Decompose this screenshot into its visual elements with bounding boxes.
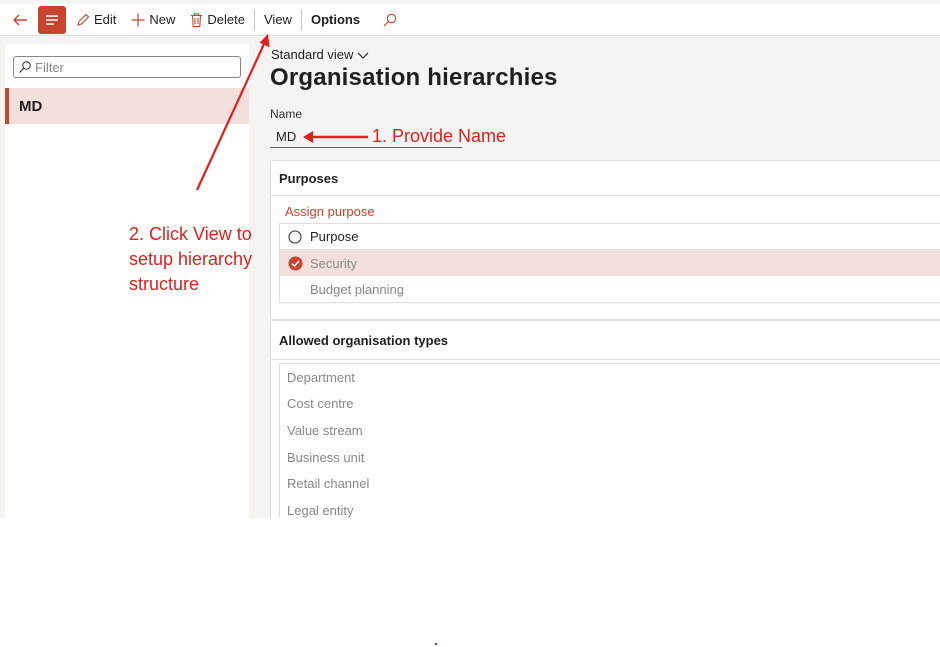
org-types-list: Department Cost centre Value stream Busi… [279,363,940,518]
view-tab[interactable]: View [257,6,299,34]
new-label: New [149,12,176,27]
table-row[interactable]: Budget planning [280,276,940,302]
new-button[interactable]: New [123,6,182,34]
list-item[interactable]: Retail channel [280,470,940,497]
list-item[interactable]: Legal entity [280,497,940,518]
filter-input[interactable] [35,59,235,75]
edit-button[interactable]: Edit [68,6,123,34]
select-all-radio[interactable] [280,229,310,244]
view-selector-label: Standard view [271,47,354,62]
purposes-fasttab: Purposes Assign purpose Purpose Security… [270,160,940,320]
annotation-step2: 2. Click View to setup hierarchy structu… [129,222,252,297]
purposes-grid: Purpose Security Budget planning [279,223,940,303]
name-value: MD [276,129,297,144]
options-tab[interactable]: Options [304,6,367,34]
annotation-step2-line: structure [129,274,200,294]
list-item[interactable]: MD [5,88,249,124]
radio-empty-icon [288,229,302,244]
allowed-org-types-header[interactable]: Allowed organisation types [271,321,940,360]
pencil-icon [77,13,90,26]
annotation-step2-line: 2. Click View to [129,224,252,244]
list-item[interactable]: Business unit [280,444,940,471]
search-icon [19,61,31,73]
allowed-org-types-fasttab: Allowed organisation types Department Co… [270,320,940,518]
table-row[interactable]: Security [280,250,940,276]
delete-button[interactable]: Delete [182,6,252,34]
filter-box [13,56,241,78]
toolbar-divider [254,9,255,30]
back-arrow-icon [13,14,27,25]
back-button[interactable] [6,6,34,34]
list-item[interactable]: Department [280,364,940,391]
menu-button[interactable] [38,5,66,34]
toolbar-divider [300,9,302,30]
annotation-step2-line: setup hierarchy [129,249,253,269]
name-field-label: Name [270,107,303,121]
plus-icon [131,13,145,26]
list-item[interactable]: Cost centre [280,391,940,418]
assign-purpose-button[interactable]: Assign purpose [285,204,375,219]
row-selector[interactable] [280,256,310,271]
chevron-down-icon [358,52,369,59]
search-button[interactable] [375,6,408,34]
delete-label: Delete [207,12,245,27]
trash-icon [191,12,203,27]
menu-icon [46,14,58,25]
list-item[interactable]: Value stream [280,417,940,444]
grid-header-row: Purpose [280,224,940,250]
page-title: Organisation hierarchies [270,64,558,91]
search-icon [383,13,397,26]
action-pane: Edit New Delete View Options [0,4,940,36]
stray-dot [435,643,437,645]
purposes-header[interactable]: Purposes [271,161,940,196]
checkmark-circle-icon [288,256,302,270]
list-item-label: MD [19,97,43,115]
purpose-column-header[interactable]: Purpose [310,229,358,244]
edit-label: Edit [94,12,117,27]
view-selector[interactable]: Standard view [271,47,370,62]
purpose-cell: Budget planning [310,281,404,297]
purpose-cell: Security [310,255,357,271]
annotation-step1: 1. Provide Name [372,126,507,146]
